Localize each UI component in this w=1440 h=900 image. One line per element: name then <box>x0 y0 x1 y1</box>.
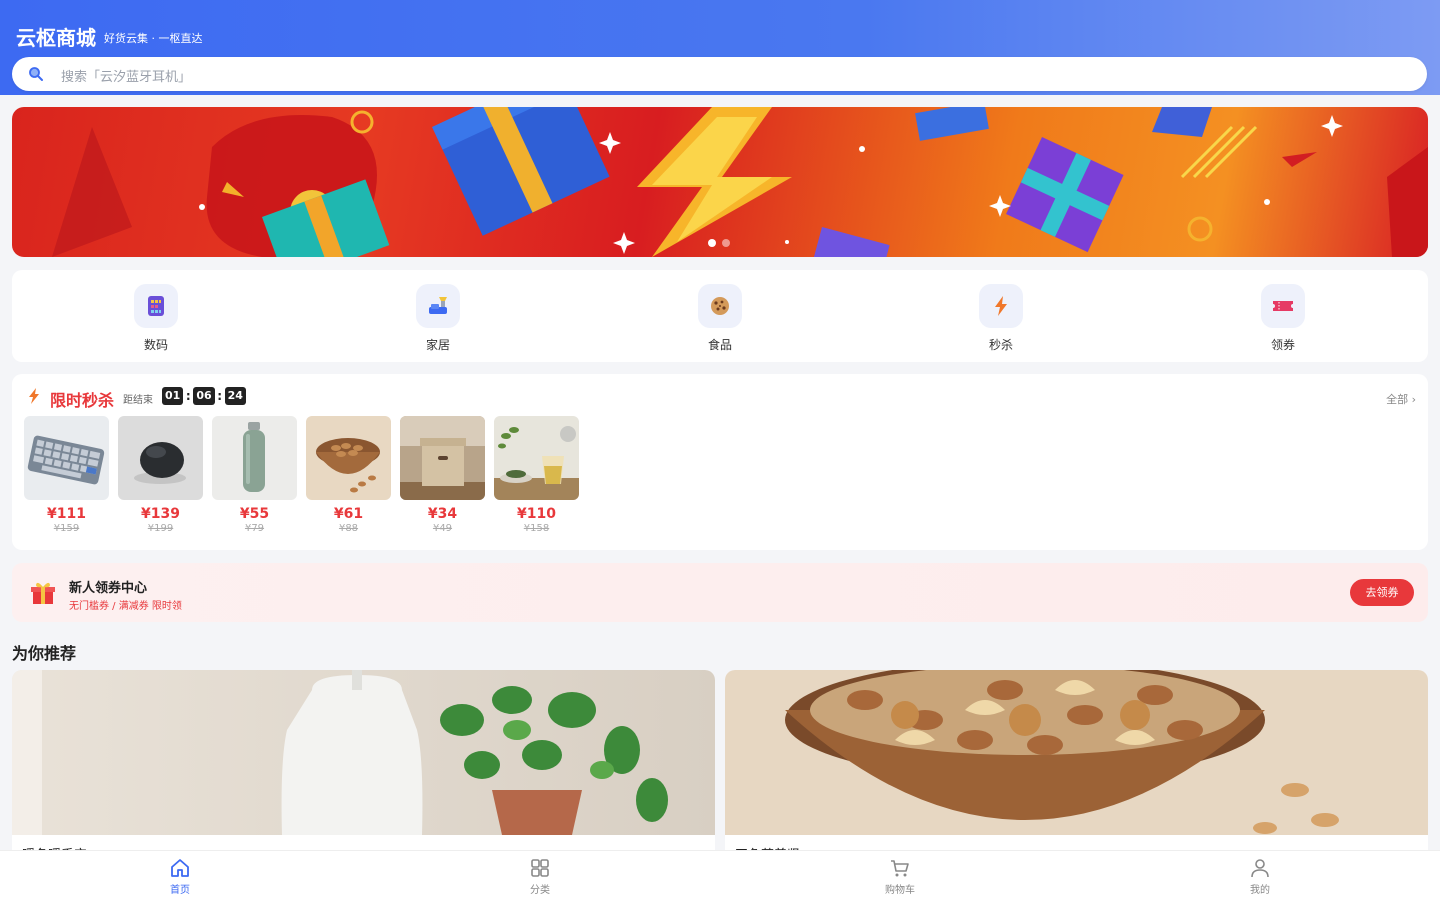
category-home[interactable]: 家居 <box>398 284 478 353</box>
view-all-link[interactable]: 全部 › <box>1386 391 1416 407</box>
user-icon <box>1251 859 1269 878</box>
tablet-icon <box>134 284 178 328</box>
search-icon <box>29 67 43 81</box>
countdown-label: 距结束 <box>123 395 153 406</box>
tab-cart[interactable]: 购物车 <box>860 857 940 896</box>
tab-label: 分类 <box>530 885 550 896</box>
product-image-keyboard <box>24 416 109 500</box>
product-price: ¥139 <box>141 506 180 522</box>
countdown-minutes: 06 <box>193 387 215 405</box>
product-image-mouse <box>118 416 203 500</box>
cart-icon <box>891 860 909 877</box>
lightning-icon <box>979 284 1023 328</box>
product-image-tea <box>494 416 579 500</box>
recommend-card[interactable]: 暖冬暖手宝 <box>12 670 715 860</box>
category-label: 秒杀 <box>988 338 1013 352</box>
category-flash-sale[interactable]: 秒杀 <box>961 284 1041 353</box>
pagination-dot-active[interactable] <box>708 239 716 247</box>
cookie-icon <box>698 284 742 328</box>
product-original-price: ¥159 <box>53 523 80 534</box>
promo-banner[interactable] <box>12 107 1428 257</box>
flash-product-card[interactable]: ¥111 ¥159 <box>24 416 109 534</box>
brand-title: 云枢商城 <box>16 26 96 50</box>
flash-sale-title: 限时秒杀 <box>50 391 115 410</box>
product-image-nuts <box>306 416 391 500</box>
product-image-nuts <box>725 670 1428 835</box>
product-original-price: ¥79 <box>244 523 265 534</box>
tab-home[interactable]: 首页 <box>140 857 220 896</box>
banner-pagination <box>708 239 730 247</box>
banner-artwork <box>52 107 1428 257</box>
recommend-card[interactable]: 四色营养坚 <box>725 670 1428 860</box>
flash-product-card[interactable]: ¥110 ¥158 <box>494 416 579 534</box>
tab-label: 首页 <box>170 885 190 896</box>
coupon-title: 新人领券中心 <box>69 581 148 596</box>
flash-product-card[interactable]: ¥61 ¥88 <box>306 416 391 534</box>
flash-product-card[interactable]: ¥139 ¥199 <box>118 416 203 534</box>
flash-product-card[interactable]: ¥55 ¥79 <box>212 416 297 534</box>
get-coupon-button[interactable]: 去领券 <box>1350 579 1414 606</box>
recommend-title: 为你推荐 <box>12 644 77 663</box>
app-header: 云枢商城 好货云集 · 一枢直达 搜索「云汐蓝牙耳机」 <box>0 0 1440 95</box>
product-price: ¥55 <box>239 506 270 522</box>
product-original-price: ¥158 <box>523 523 550 534</box>
product-price: ¥61 <box>333 506 364 522</box>
tab-label: 我的 <box>1250 885 1270 896</box>
bottom-tab-bar: 首页 分类 购物车 我的 <box>0 850 1440 900</box>
tab-profile[interactable]: 我的 <box>1220 857 1300 896</box>
product-image-box <box>400 416 485 500</box>
search-placeholder: 搜索「云汐蓝牙耳机」 <box>61 70 192 85</box>
gift-icon <box>31 582 55 604</box>
search-input[interactable]: 搜索「云汐蓝牙耳机」 <box>12 57 1427 91</box>
ticket-icon <box>1261 284 1305 328</box>
category-coupon[interactable]: 领券 <box>1243 284 1323 353</box>
lightning-icon <box>29 388 39 404</box>
countdown-seconds: 24 <box>224 387 246 405</box>
product-original-price: ¥199 <box>147 523 174 534</box>
product-original-price: ¥88 <box>338 523 359 534</box>
tab-category[interactable]: 分类 <box>500 857 580 896</box>
category-food[interactable]: 食品 <box>680 284 760 353</box>
product-price: ¥34 <box>427 506 458 522</box>
category-label: 家居 <box>425 338 450 352</box>
countdown-hours: 01 <box>162 387 184 405</box>
flash-sale-section: 限时秒杀 距结束 01 : 06 : 24 全部 › ¥111 ¥159 ¥13… <box>12 374 1428 550</box>
coupon-center-banner[interactable]: 新人领券中心 无门槛券 / 满减券 限时领 去领券 <box>12 563 1428 622</box>
category-label: 食品 <box>707 338 732 352</box>
product-price: ¥110 <box>517 506 556 522</box>
pagination-dot[interactable] <box>722 239 730 247</box>
product-image-humidifier <box>12 670 715 835</box>
flash-product-card[interactable]: ¥34 ¥49 <box>400 416 485 534</box>
tab-label: 购物车 <box>885 885 915 896</box>
countdown-timer: 01 : 06 : 24 <box>162 387 246 405</box>
grid-icon <box>531 859 549 877</box>
coupon-subtitle: 无门槛券 / 满减券 限时领 <box>69 601 182 612</box>
product-price: ¥111 <box>47 506 86 522</box>
category-label: 数码 <box>143 338 168 352</box>
category-digital[interactable]: 数码 <box>116 284 196 353</box>
sofa-icon <box>416 284 460 328</box>
home-icon <box>171 859 189 877</box>
category-grid: 数码 家居 食品 秒杀 领券 <box>12 270 1428 362</box>
product-image-bottle <box>212 416 297 500</box>
brand-slogan: 好货云集 · 一枢直达 <box>104 32 203 45</box>
product-original-price: ¥49 <box>432 523 453 534</box>
category-label: 领券 <box>1270 338 1295 352</box>
